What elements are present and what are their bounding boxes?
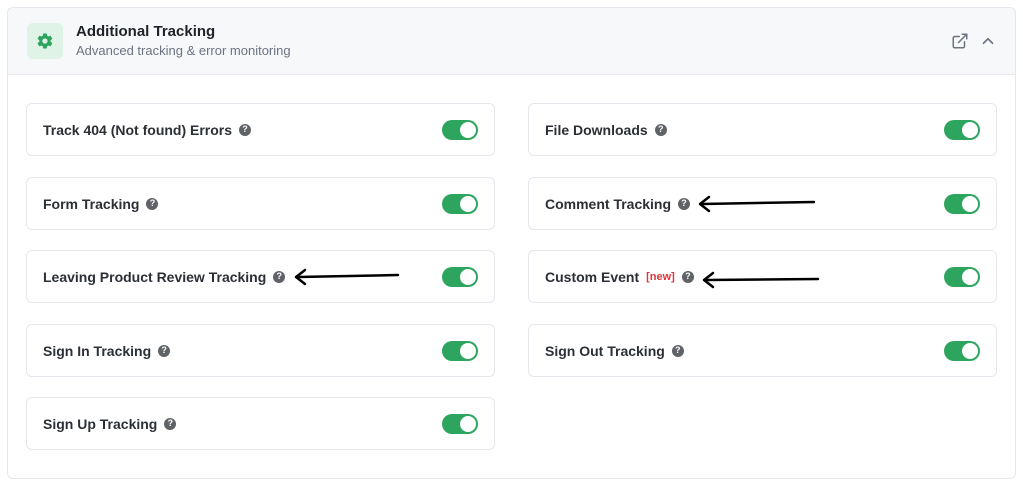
chevron-up-icon[interactable] <box>977 30 999 52</box>
toggle-track-404[interactable] <box>442 120 478 140</box>
setting-label: Sign Out Tracking <box>545 342 665 359</box>
help-icon[interactable]: ? <box>158 344 171 357</box>
help-icon[interactable]: ? <box>678 197 691 210</box>
setting-card-form-tracking: Form Tracking ? <box>26 177 495 230</box>
setting-label: Comment Tracking <box>545 195 672 212</box>
toggle-file-downloads[interactable] <box>944 120 980 140</box>
setting-card-sign-up: Sign Up Tracking ? <box>26 397 495 450</box>
setting-label: Leaving Product Review Tracking <box>43 268 267 285</box>
annotation-arrow-icon <box>698 195 816 213</box>
toggle-sign-out[interactable] <box>944 341 980 361</box>
setting-label: Sign In Tracking <box>43 342 152 359</box>
gear-icon <box>27 23 63 59</box>
help-icon[interactable]: ? <box>671 344 684 357</box>
toggle-form-tracking[interactable] <box>442 194 478 214</box>
help-icon[interactable]: ? <box>273 270 286 283</box>
setting-card-file-downloads: File Downloads ? <box>528 103 997 156</box>
help-icon[interactable]: ? <box>239 123 252 136</box>
annotation-arrow-icon <box>702 271 820 289</box>
help-icon[interactable]: ? <box>164 417 177 430</box>
toggle-sign-up[interactable] <box>442 414 478 434</box>
setting-label: Track 404 (Not found) Errors <box>43 121 233 138</box>
setting-card-product-review: Leaving Product Review Tracking ? <box>26 250 495 303</box>
setting-card-sign-in: Sign In Tracking ? <box>26 324 495 377</box>
setting-label: File Downloads <box>545 121 648 138</box>
toggle-custom-event[interactable] <box>944 267 980 287</box>
toggle-product-review[interactable] <box>442 267 478 287</box>
panel-subtitle: Advanced tracking & error monitoring <box>76 43 291 58</box>
setting-label: Custom Event <box>545 268 640 285</box>
help-icon[interactable]: ? <box>146 197 159 210</box>
toggle-sign-in[interactable] <box>442 341 478 361</box>
new-badge: [new] <box>646 270 675 283</box>
panel-header: Additional Tracking Advanced tracking & … <box>8 8 1015 75</box>
panel-title: Additional Tracking <box>76 23 216 40</box>
help-icon[interactable]: ? <box>654 123 667 136</box>
setting-label: Sign Up Tracking <box>43 415 158 432</box>
annotation-arrow-icon <box>294 268 400 286</box>
setting-card-track-404: Track 404 (Not found) Errors ? <box>26 103 495 156</box>
toggle-comment-tracking[interactable] <box>944 194 980 214</box>
external-link-icon[interactable] <box>949 30 971 52</box>
setting-card-sign-out: Sign Out Tracking ? <box>528 324 997 377</box>
help-icon[interactable]: ? <box>681 270 694 283</box>
setting-label: Form Tracking <box>43 195 140 212</box>
